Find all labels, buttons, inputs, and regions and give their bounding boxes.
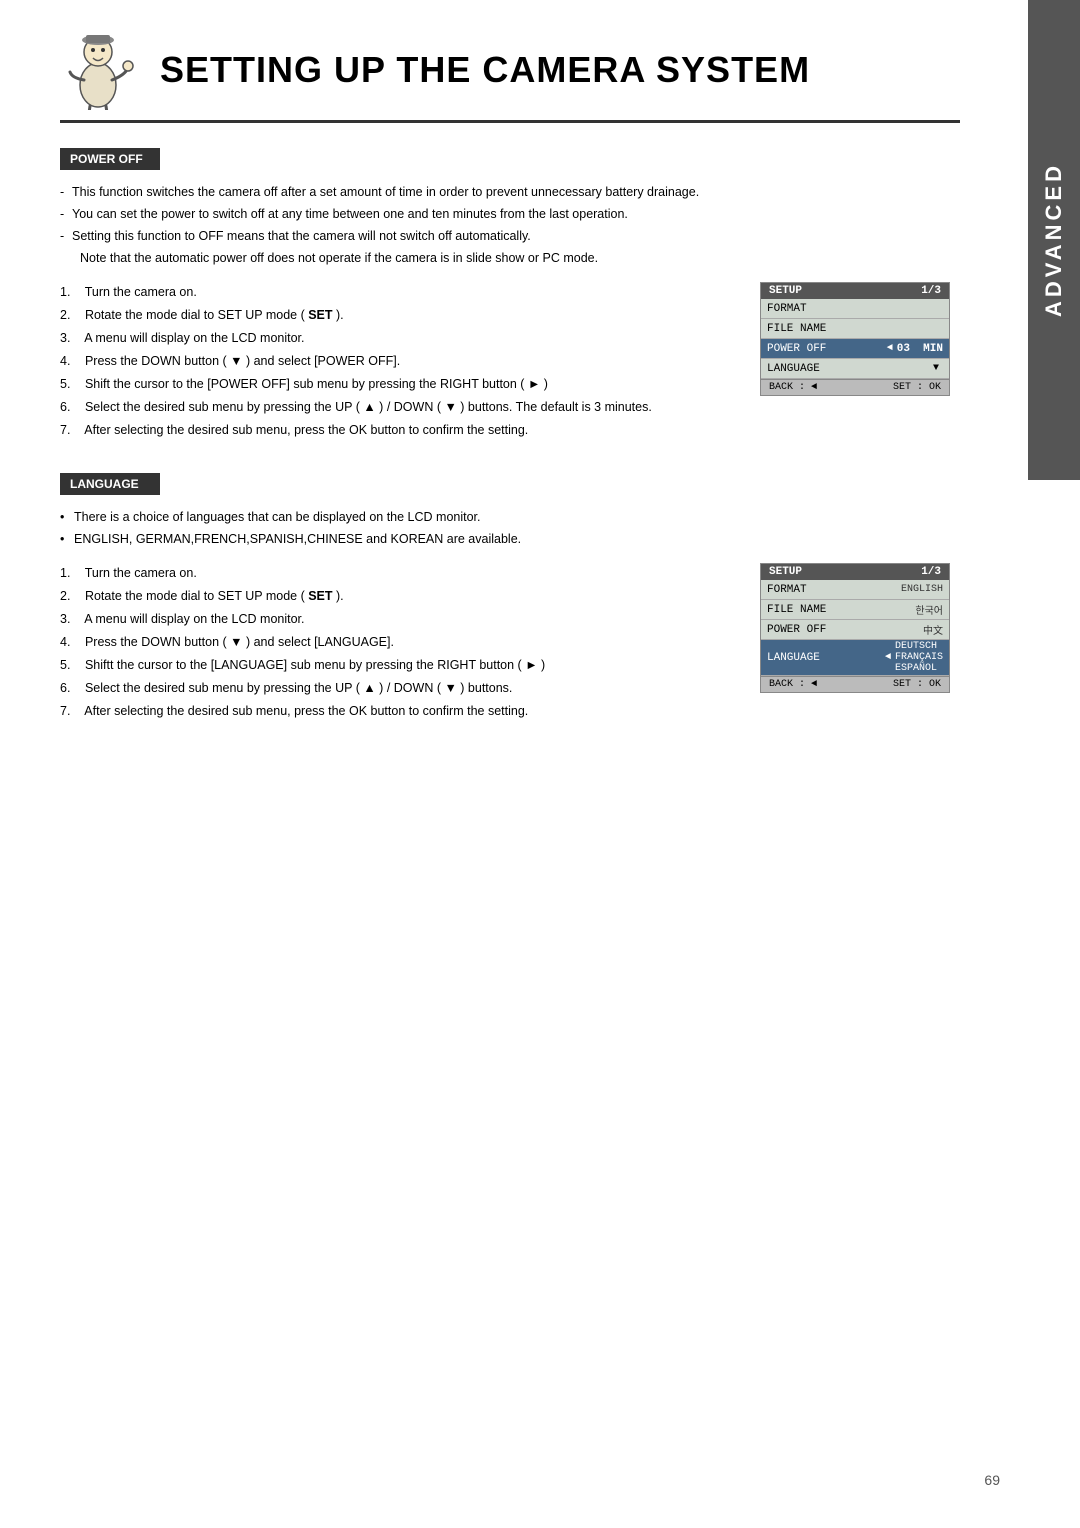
lcd-set-ok: SET : OK xyxy=(893,382,941,393)
language-numbered-list: 1. Turn the camera on. 2. Rotate the mod… xyxy=(60,563,740,721)
lcd-row-poweroff: POWER OFF ◄ 03 MIN xyxy=(761,339,949,359)
power-off-steps-left: 1. Turn the camera on. 2. Rotate the mod… xyxy=(60,282,740,443)
language-section: LANGUAGE There is a choice of languages … xyxy=(60,473,960,724)
lang-lcd-page: 1/3 xyxy=(921,566,941,578)
language-steps-left: 1. Turn the camera on. 2. Rotate the mod… xyxy=(60,563,740,724)
header-icon xyxy=(60,30,140,110)
lang-lcd-row-format: FORMAT ENGLISH xyxy=(761,580,949,600)
lang-lcd-header: SETUP 1/3 xyxy=(761,564,949,580)
language-step-4: 4. Press the DOWN button ( ▼ ) and selec… xyxy=(60,632,740,652)
lcd-page: 1/3 xyxy=(921,285,941,297)
power-off-numbered-list: 1. Turn the camera on. 2. Rotate the mod… xyxy=(60,282,740,440)
power-off-step-3: 3. A menu will display on the LCD monito… xyxy=(60,328,740,348)
lcd-header: SETUP 1/3 xyxy=(761,283,949,299)
power-off-info-1: This function switches the camera off af… xyxy=(60,182,960,202)
lang-lcd-back: BACK : ◄ xyxy=(769,679,817,690)
lcd-back: BACK : ◄ xyxy=(769,382,817,393)
language-step-3: 3. A menu will display on the LCD monito… xyxy=(60,609,740,629)
language-info-2: ENGLISH, GERMAN,FRENCH,SPANISH,CHINESE a… xyxy=(60,529,960,549)
power-off-step-5: 5. Shift the cursor to the [POWER OFF] s… xyxy=(60,374,740,394)
power-off-info-2: You can set the power to switch off at a… xyxy=(60,204,960,224)
power-off-steps-layout: 1. Turn the camera on. 2. Rotate the mod… xyxy=(60,282,960,443)
language-heading: LANGUAGE xyxy=(60,473,160,495)
page-number: 69 xyxy=(984,1472,1000,1488)
power-off-info-list: This function switches the camera off af… xyxy=(60,182,960,268)
language-lcd-screen: SETUP 1/3 FORMAT ENGLISH FILE NAME 한국어 xyxy=(760,563,960,693)
header-area: SETTING UP THE CAMERA SYSTEM xyxy=(60,30,960,123)
lang-lcd-title: SETUP xyxy=(769,566,802,578)
power-off-step-1: 1. Turn the camera on. xyxy=(60,282,740,302)
lcd-row-filename: FILE NAME xyxy=(761,319,949,339)
lang-lcd-row-language: LANGUAGE ◄ DEUTSCHFRANÇAISESPAÑOL xyxy=(761,640,949,676)
power-off-lcd: SETUP 1/3 FORMAT FILE NAME POWER OFF ◄ xyxy=(760,282,950,396)
language-steps-layout: 1. Turn the camera on. 2. Rotate the mod… xyxy=(60,563,960,724)
power-off-section: POWER OFF This function switches the cam… xyxy=(60,148,960,443)
power-off-info-4: Note that the automatic power off does n… xyxy=(60,248,960,268)
language-step-1: 1. Turn the camera on. xyxy=(60,563,740,583)
page-title: SETTING UP THE CAMERA SYSTEM xyxy=(160,49,810,91)
advanced-label: ADVANCED xyxy=(1041,162,1067,317)
power-off-info-3: Setting this function to OFF means that … xyxy=(60,226,960,246)
language-step-7: 7. After selecting the desired sub menu,… xyxy=(60,701,740,721)
lang-lcd-set-ok: SET : OK xyxy=(893,679,941,690)
language-step-5: 5. Shiftt the cursor to the [LANGUAGE] s… xyxy=(60,655,740,675)
power-off-step-7: 7. After selecting the desired sub menu,… xyxy=(60,420,740,440)
language-info-1: There is a choice of languages that can … xyxy=(60,507,960,527)
advanced-sidebar: ADVANCED xyxy=(1028,0,1080,480)
power-off-lcd-screen: SETUP 1/3 FORMAT FILE NAME POWER OFF ◄ xyxy=(760,282,960,396)
lang-lcd-row-filename: FILE NAME 한국어 xyxy=(761,600,949,620)
power-off-heading: POWER OFF xyxy=(60,148,160,170)
power-off-step-2: 2. Rotate the mode dial to SET UP mode (… xyxy=(60,305,740,325)
language-step-2: 2. Rotate the mode dial to SET UP mode (… xyxy=(60,586,740,606)
language-step-6: 6. Select the desired sub menu by pressi… xyxy=(60,678,740,698)
lcd-title: SETUP xyxy=(769,285,802,297)
language-lcd: SETUP 1/3 FORMAT ENGLISH FILE NAME 한국어 xyxy=(760,563,950,693)
lang-lcd-row-poweroff: POWER OFF 中文 xyxy=(761,620,949,640)
lcd-footer: BACK : ◄ SET : OK xyxy=(761,379,949,395)
page-container: ADVANCED xyxy=(0,0,1080,1528)
power-off-step-4: 4. Press the DOWN button ( ▼ ) and selec… xyxy=(60,351,740,371)
power-off-step-6: 6. Select the desired sub menu by pressi… xyxy=(60,397,740,417)
main-content: SETTING UP THE CAMERA SYSTEM POWER OFF T… xyxy=(0,0,1020,814)
language-info-list: There is a choice of languages that can … xyxy=(60,507,960,549)
lcd-row-language: LANGUAGE ▼ xyxy=(761,359,949,379)
lang-lcd-footer: BACK : ◄ SET : OK xyxy=(761,676,949,692)
lcd-row-format: FORMAT xyxy=(761,299,949,319)
